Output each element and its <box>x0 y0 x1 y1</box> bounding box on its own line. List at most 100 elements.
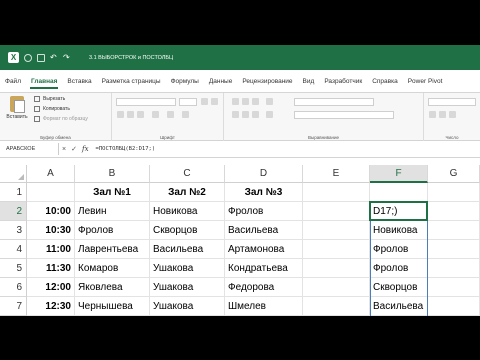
shrink-font-icon[interactable] <box>211 98 218 105</box>
cell-d2[interactable]: Фролов <box>225 202 303 221</box>
formula-input[interactable]: =ПОСТОЛБЦ(B2:D17;) <box>96 146 156 152</box>
cell-a1[interactable] <box>27 183 75 202</box>
cell-b3[interactable]: Фролов <box>75 221 150 240</box>
cell-g1[interactable] <box>428 183 480 202</box>
tab-8[interactable]: Разработчик <box>319 70 367 92</box>
align-bottom-icon[interactable] <box>252 98 259 105</box>
cell-g7[interactable] <box>428 297 480 316</box>
currency-icon[interactable] <box>429 111 436 118</box>
borders-icon[interactable] <box>152 111 159 118</box>
number-format-select[interactable] <box>428 98 476 106</box>
cell-d5[interactable]: Кондратьева <box>225 259 303 278</box>
cell-g4[interactable] <box>428 240 480 259</box>
cell-b4[interactable]: Лаврентьева <box>75 240 150 259</box>
cell-a6[interactable]: 12:00 <box>27 278 75 297</box>
cut-button[interactable]: Вырезать <box>34 96 65 102</box>
row-header-3[interactable]: 3 <box>0 221 27 240</box>
cell-f2[interactable]: D17;) <box>370 202 428 221</box>
cell-c4[interactable]: Васильева <box>150 240 225 259</box>
cell-e6[interactable] <box>303 278 370 297</box>
cell-a3[interactable]: 10:30 <box>27 221 75 240</box>
cell-f6[interactable]: Скворцов <box>370 278 428 297</box>
tab-5[interactable]: Данные <box>204 70 237 92</box>
underline-icon[interactable] <box>137 111 144 118</box>
cell-f7[interactable]: Васильева <box>370 297 428 316</box>
cell-f4[interactable]: Фролов <box>370 240 428 259</box>
align-left-icon[interactable] <box>232 111 239 118</box>
cell-b7[interactable]: Чернышева <box>75 297 150 316</box>
row-header-5[interactable]: 5 <box>0 259 27 278</box>
cell-a4[interactable]: 11:00 <box>27 240 75 259</box>
column-header-e[interactable]: E <box>303 165 370 183</box>
font-name-select[interactable] <box>116 98 176 106</box>
tab-1[interactable]: Главная <box>26 70 62 92</box>
cell-b6[interactable]: Яковлева <box>75 278 150 297</box>
cell-c6[interactable]: Ушакова <box>150 278 225 297</box>
cell-g2[interactable] <box>428 202 480 221</box>
cell-e3[interactable] <box>303 221 370 240</box>
cell-e7[interactable] <box>303 297 370 316</box>
row-header-7[interactable]: 7 <box>0 297 27 316</box>
align-top-icon[interactable] <box>232 98 239 105</box>
align-right-icon[interactable] <box>252 111 259 118</box>
tab-7[interactable]: Вид <box>298 70 320 92</box>
redo-icon[interactable]: ↷ <box>63 53 71 62</box>
percent-icon[interactable] <box>439 111 446 118</box>
font-size-select[interactable] <box>179 98 197 106</box>
cell-d4[interactable]: Артамонова <box>225 240 303 259</box>
cell-a7[interactable]: 12:30 <box>27 297 75 316</box>
cell-b2[interactable]: Левин <box>75 202 150 221</box>
tab-3[interactable]: Разметка страницы <box>97 70 166 92</box>
cell-e2[interactable] <box>303 202 370 221</box>
cancel-icon[interactable]: × <box>59 146 69 153</box>
cell-g6[interactable] <box>428 278 480 297</box>
autosave-toggle-icon[interactable] <box>24 53 32 62</box>
grow-font-icon[interactable] <box>201 98 208 105</box>
enter-icon[interactable]: ✓ <box>69 145 79 153</box>
fill-color-icon[interactable] <box>167 111 174 118</box>
cell-e4[interactable] <box>303 240 370 259</box>
row-header-6[interactable]: 6 <box>0 278 27 297</box>
cell-f5[interactable]: Фролов <box>370 259 428 278</box>
cell-f1[interactable] <box>370 183 428 202</box>
cell-a5[interactable]: 11:30 <box>27 259 75 278</box>
orientation-icon[interactable] <box>266 98 273 105</box>
column-header-g[interactable]: G <box>428 165 480 183</box>
comma-icon[interactable] <box>449 111 456 118</box>
cell-a2[interactable]: 10:00 <box>27 202 75 221</box>
cell-g5[interactable] <box>428 259 480 278</box>
merge-center-button[interactable] <box>294 111 394 119</box>
tab-9[interactable]: Справка <box>367 70 403 92</box>
name-box[interactable]: АРАБСКОЕ <box>3 143 59 155</box>
copy-button[interactable]: Копировать <box>34 106 70 112</box>
wrap-text-button[interactable] <box>294 98 374 106</box>
cell-d6[interactable]: Федорова <box>225 278 303 297</box>
tab-10[interactable]: Power Pivot <box>403 70 448 92</box>
format-painter-button[interactable]: Формат по образцу <box>34 116 88 122</box>
cell-b1[interactable]: Зал №1 <box>75 183 150 202</box>
column-header-a[interactable]: A <box>27 165 75 183</box>
indent-icon[interactable] <box>266 111 273 118</box>
cell-c1[interactable]: Зал №2 <box>150 183 225 202</box>
select-all-button[interactable] <box>0 165 27 183</box>
cell-g3[interactable] <box>428 221 480 240</box>
cell-e1[interactable] <box>303 183 370 202</box>
cell-c3[interactable]: Скворцов <box>150 221 225 240</box>
undo-icon[interactable]: ↶ <box>50 53 58 62</box>
cell-c5[interactable]: Ушакова <box>150 259 225 278</box>
cell-c2[interactable]: Новикова <box>150 202 225 221</box>
save-icon[interactable] <box>37 53 45 62</box>
cell-e5[interactable] <box>303 259 370 278</box>
row-header-1[interactable]: 1 <box>0 183 27 202</box>
cell-b5[interactable]: Комаров <box>75 259 150 278</box>
bold-icon[interactable] <box>117 111 124 118</box>
align-center-icon[interactable] <box>242 111 249 118</box>
tab-4[interactable]: Формулы <box>166 70 204 92</box>
paste-button[interactable]: Вставить <box>4 96 30 128</box>
row-header-2[interactable]: 2 <box>0 202 27 221</box>
cell-f3[interactable]: Новикова <box>370 221 428 240</box>
tab-6[interactable]: Рецензирование <box>237 70 297 92</box>
column-header-b[interactable]: B <box>75 165 150 183</box>
tab-0[interactable]: Файл <box>0 70 26 92</box>
column-header-c[interactable]: C <box>150 165 225 183</box>
